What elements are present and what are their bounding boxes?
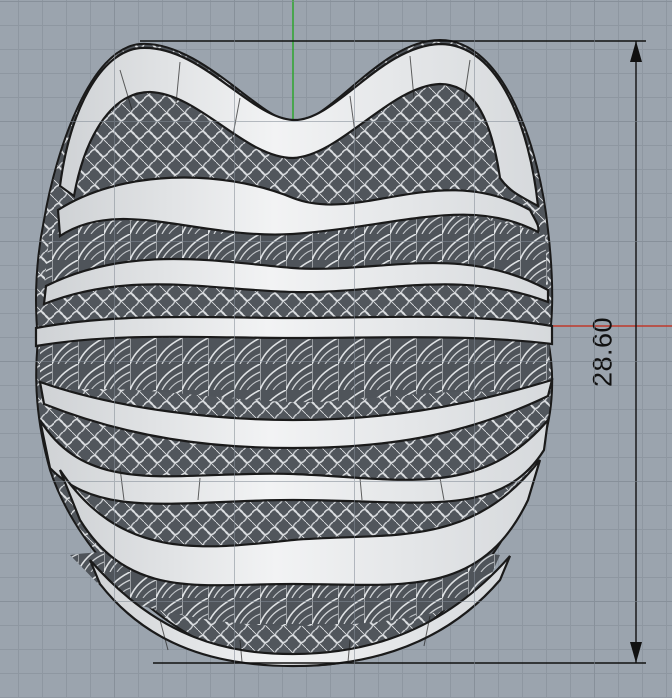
dimension-arrow-bottom [630, 642, 642, 663]
lattice-model[interactable] [34, 38, 554, 668]
dimension-arrow-top [630, 41, 642, 62]
dimension-value[interactable]: 28.60 [588, 317, 619, 387]
front-viewport[interactable]: 28.60 [0, 0, 672, 698]
viewport-canvas[interactable] [0, 0, 672, 698]
